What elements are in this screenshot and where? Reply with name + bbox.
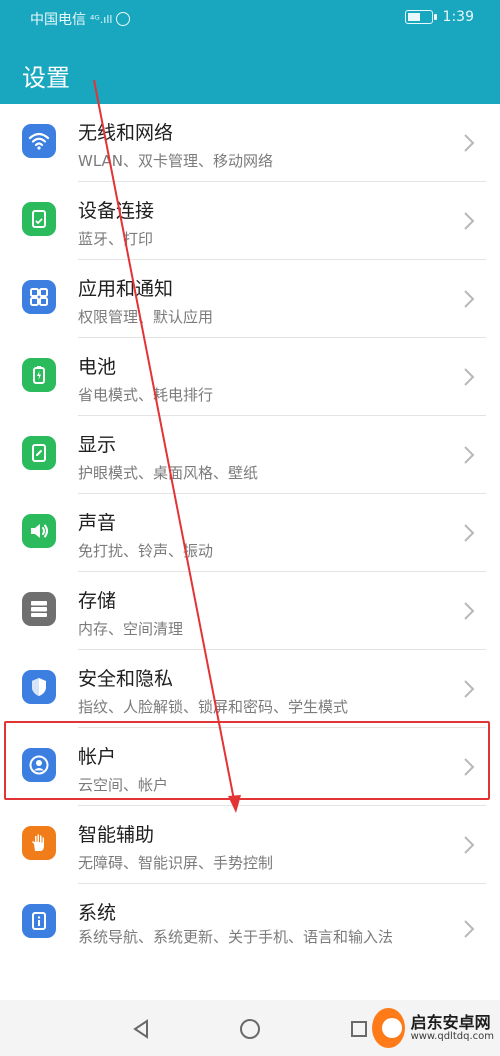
item-title: 存储 <box>78 590 117 612</box>
item-subtitle: 免打扰、铃声、振动 <box>78 542 214 560</box>
item-title: 安全和隐私 <box>78 668 174 690</box>
status-bar: 中国电信 ⁴ᴳ.ıll 1:39 <box>0 0 500 36</box>
watermark: 启东安卓网 www.qdltdq.com <box>372 1006 494 1050</box>
item-title: 显示 <box>78 434 117 456</box>
chevron-right-icon <box>464 602 475 620</box>
item-subtitle: 蓝牙、打印 <box>78 230 154 248</box>
item-title: 系统 <box>78 902 117 924</box>
triangle-back-icon <box>133 1019 148 1039</box>
chevron-right-icon <box>464 920 475 938</box>
item-title: 智能辅助 <box>78 824 155 846</box>
sync-icon <box>116 12 131 26</box>
apps-icon <box>22 280 56 314</box>
item-title: 无线和网络 <box>78 122 174 144</box>
settings-item-sound[interactable]: 声音 免打扰、铃声、振动 <box>0 494 500 572</box>
item-subtitle: 指纹、人脸解锁、锁屏和密码、学生模式 <box>78 698 349 716</box>
settings-item-apps[interactable]: 应用和通知 权限管理、默认应用 <box>0 260 500 338</box>
item-subtitle: 系统导航、系统更新、关于手机、语言和输入法 <box>78 924 448 950</box>
battery-status-icon <box>404 10 437 24</box>
shield-icon <box>22 670 56 704</box>
item-title: 设备连接 <box>78 200 155 222</box>
item-subtitle: 内存、空间清理 <box>78 620 184 638</box>
item-title: 声音 <box>78 512 117 534</box>
hand-icon <box>22 826 56 860</box>
item-subtitle: 云空间、帐户 <box>78 776 169 794</box>
circle-home-icon <box>240 1019 260 1039</box>
device-connect-icon <box>22 202 56 236</box>
watermark-url: www.qdltdq.com <box>410 1031 494 1043</box>
chevron-right-icon <box>464 758 475 776</box>
chevron-right-icon <box>464 134 475 152</box>
item-subtitle: 权限管理、默认应用 <box>78 308 214 326</box>
system-info-icon <box>22 904 56 938</box>
settings-item-battery[interactable]: 电池 省电模式、耗电排行 <box>0 338 500 416</box>
settings-item-system[interactable]: 系统 系统导航、系统更新、关于手机、语言和输入法 <box>0 884 500 994</box>
watermark-logo <box>372 1008 405 1048</box>
square-recents-icon <box>351 1021 367 1037</box>
settings-item-device-connection[interactable]: 设备连接 蓝牙、打印 <box>0 182 500 260</box>
item-subtitle-text: 系统导航、系统更新、关于手机、语言和输入法 <box>78 928 394 946</box>
item-subtitle: 无障碍、智能识屏、手势控制 <box>78 854 274 872</box>
watermark-name: 启东安卓网 <box>410 1012 491 1032</box>
display-icon <box>22 436 56 470</box>
carrier-name: 中国电信 <box>30 12 86 28</box>
storage-icon <box>22 592 56 626</box>
recents-button[interactable] <box>344 1014 374 1044</box>
home-button[interactable] <box>235 1014 265 1044</box>
settings-list: 无线和网络 WLAN、双卡管理、移动网络 设备连接 蓝牙、打印 应用和通知 权限… <box>0 104 500 1000</box>
settings-item-display[interactable]: 显示 护眼模式、桌面风格、壁纸 <box>0 416 500 494</box>
clock: 1:39 <box>442 9 474 25</box>
settings-item-account[interactable]: 帐户 云空间、帐户 <box>0 728 500 806</box>
chevron-right-icon <box>464 836 475 854</box>
chevron-right-icon <box>464 524 475 542</box>
page-title: 设置 <box>22 64 70 92</box>
navigation-bar: 启东安卓网 www.qdltdq.com <box>0 1000 500 1056</box>
item-title: 电池 <box>78 356 117 378</box>
chevron-right-icon <box>464 212 475 230</box>
header: 中国电信 ⁴ᴳ.ıll 1:39 设置 <box>0 0 500 104</box>
item-subtitle: 护眼模式、桌面风格、壁纸 <box>78 464 259 482</box>
battery-icon <box>22 358 56 392</box>
item-subtitle: WLAN、双卡管理、移动网络 <box>78 152 274 170</box>
item-title: 应用和通知 <box>78 278 174 300</box>
chevron-right-icon <box>464 368 475 386</box>
settings-item-security[interactable]: 安全和隐私 指纹、人脸解锁、锁屏和密码、学生模式 <box>0 650 500 728</box>
settings-item-wireless[interactable]: 无线和网络 WLAN、双卡管理、移动网络 <box>0 104 500 182</box>
item-subtitle: 省电模式、耗电排行 <box>78 386 214 404</box>
chevron-right-icon <box>464 680 475 698</box>
settings-item-storage[interactable]: 存储 内存、空间清理 <box>0 572 500 650</box>
back-button[interactable] <box>126 1014 156 1044</box>
account-icon <box>22 748 56 782</box>
settings-item-smart-assist[interactable]: 智能辅助 无障碍、智能识屏、手势控制 <box>0 806 500 884</box>
item-title: 帐户 <box>78 746 117 768</box>
signal-icon: ⁴ᴳ.ıll <box>90 12 113 26</box>
chevron-right-icon <box>464 446 475 464</box>
sound-icon <box>22 514 56 548</box>
wifi-icon <box>22 124 56 158</box>
chevron-right-icon <box>464 290 475 308</box>
